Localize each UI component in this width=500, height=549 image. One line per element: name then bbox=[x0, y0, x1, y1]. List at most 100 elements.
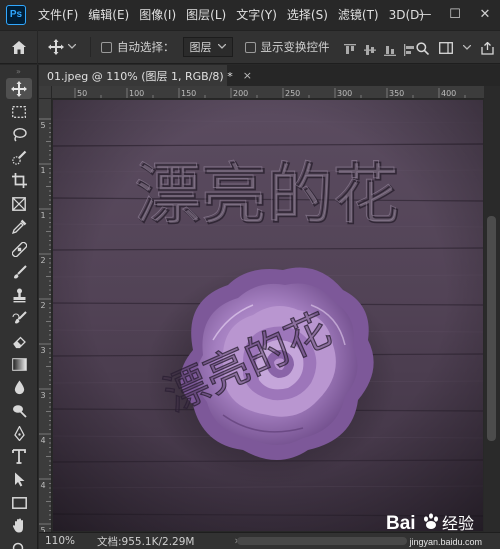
quick-select-tool[interactable] bbox=[0, 146, 38, 169]
crop-icon bbox=[11, 173, 27, 188]
tool-preset-picker[interactable] bbox=[38, 39, 86, 55]
zoom-tool[interactable] bbox=[0, 537, 38, 549]
horizontal-ruler[interactable]: 50 100 150 200 250 300 350 400 bbox=[39, 86, 486, 99]
auto-select-dropdown[interactable]: 图层 bbox=[182, 37, 233, 57]
eyedropper-tool[interactable] bbox=[0, 215, 38, 238]
divider bbox=[90, 37, 91, 57]
close-tab-button[interactable]: × bbox=[243, 69, 252, 82]
align-middle-icon[interactable] bbox=[363, 41, 376, 55]
zoom-icon bbox=[12, 542, 24, 549]
history-brush-icon bbox=[11, 311, 27, 324]
home-icon bbox=[11, 40, 26, 54]
blur-tool[interactable] bbox=[0, 376, 38, 399]
embossed-headline-highlight: 漂亮的花 bbox=[134, 155, 398, 232]
show-transform-label: 显示变换控件 bbox=[260, 40, 330, 54]
ruler-label: 200 bbox=[233, 89, 248, 98]
zoom-level[interactable]: 110% bbox=[39, 535, 81, 547]
maximize-button[interactable]: ☐ bbox=[440, 0, 470, 29]
blur-icon bbox=[14, 380, 24, 395]
hand-tool[interactable] bbox=[0, 514, 38, 537]
vertical-scrollbar[interactable] bbox=[484, 86, 500, 532]
menu-select[interactable]: 选择(S) bbox=[287, 6, 328, 23]
options-bar: 自动选择： 图层 显示变换控件 bbox=[0, 30, 500, 64]
ruler-label: 50 bbox=[77, 89, 87, 98]
type-icon bbox=[12, 449, 26, 464]
marquee-icon bbox=[12, 105, 26, 118]
menu-image[interactable]: 图像(I) bbox=[139, 6, 176, 23]
quick-select-icon bbox=[11, 150, 26, 165]
align-left-icon[interactable] bbox=[403, 41, 416, 56]
document-tab-bar: 01.jpeg @ 110% (图层 1, RGB/8) * × bbox=[39, 65, 500, 86]
align-bottom-icon[interactable] bbox=[383, 41, 396, 56]
close-window-button[interactable]: ✕ bbox=[470, 0, 500, 29]
show-transform-checkbox[interactable] bbox=[244, 41, 256, 53]
share-icon[interactable] bbox=[481, 41, 494, 55]
panel-grip[interactable]: » bbox=[0, 65, 37, 77]
ruler-label: 150 bbox=[181, 89, 196, 98]
horizontal-scrollbar[interactable] bbox=[237, 537, 407, 545]
chevron-down-icon[interactable] bbox=[463, 45, 471, 51]
frame-tool[interactable] bbox=[0, 192, 38, 215]
photoshop-logo[interactable]: Ps bbox=[6, 4, 26, 25]
auto-select-checkbox[interactable] bbox=[101, 41, 112, 53]
hand-icon bbox=[12, 518, 23, 533]
frame-icon bbox=[12, 196, 26, 211]
menu-type[interactable]: 文字(Y) bbox=[236, 6, 277, 23]
gradient-tool[interactable] bbox=[0, 353, 38, 376]
ruler-label: 400 bbox=[441, 89, 456, 98]
lasso-icon bbox=[12, 127, 27, 142]
ruler-label: 3 bbox=[41, 391, 46, 400]
ruler-label: 350 bbox=[389, 89, 404, 98]
chevron-down-icon bbox=[68, 44, 76, 49]
ruler-label: 1 bbox=[41, 211, 46, 220]
marquee-tool[interactable] bbox=[0, 100, 38, 123]
gradient-icon bbox=[11, 358, 27, 371]
chevron-down-icon bbox=[217, 44, 226, 49]
healing-brush-tool[interactable] bbox=[0, 238, 38, 261]
move-tool[interactable] bbox=[0, 77, 38, 100]
lasso-tool[interactable] bbox=[0, 123, 38, 146]
ruler-label: 4 bbox=[41, 481, 46, 490]
document-canvas[interactable]: 漂亮的花 漂亮的花 漂亮的花 bbox=[53, 100, 483, 531]
menu-file[interactable]: 文件(F) bbox=[38, 6, 78, 23]
crop-tool[interactable] bbox=[0, 169, 38, 192]
document-tab[interactable]: 01.jpeg @ 110% (图层 1, RGB/8) * × bbox=[39, 65, 252, 86]
ruler-label: 5 bbox=[41, 121, 46, 130]
type-tool[interactable] bbox=[0, 445, 38, 468]
brush-tool[interactable] bbox=[0, 261, 38, 284]
eraser-tool[interactable] bbox=[0, 330, 38, 353]
clone-stamp-tool[interactable] bbox=[0, 284, 38, 307]
eyedropper-icon bbox=[11, 219, 26, 234]
home-button[interactable] bbox=[0, 30, 38, 64]
menu-filter[interactable]: 滤镜(T) bbox=[338, 6, 379, 23]
menu-edit[interactable]: 编辑(E) bbox=[88, 6, 129, 23]
rectangle-tool[interactable] bbox=[0, 491, 38, 514]
ruler-label: 4 bbox=[41, 436, 46, 445]
move-icon bbox=[11, 80, 27, 97]
workspace-icon[interactable] bbox=[439, 42, 453, 54]
menu-bar: Ps 文件(F) 编辑(E) 图像(I) 图层(L) 文字(Y) 选择(S) 滤… bbox=[0, 0, 500, 29]
align-top-icon[interactable] bbox=[343, 41, 356, 54]
search-icon[interactable] bbox=[416, 41, 429, 55]
history-brush-tool[interactable] bbox=[0, 307, 38, 330]
ruler-label: 2 bbox=[41, 256, 46, 265]
vertical-ruler[interactable]: 5112233445 bbox=[39, 99, 52, 532]
move-icon bbox=[48, 39, 64, 55]
ruler-origin[interactable] bbox=[39, 86, 52, 99]
bandage-icon bbox=[11, 242, 27, 257]
rectangle-icon bbox=[11, 496, 27, 509]
path-select-tool[interactable] bbox=[0, 468, 38, 491]
menu-layer[interactable]: 图层(L) bbox=[186, 6, 226, 23]
dodge-tool[interactable] bbox=[0, 399, 38, 422]
pen-tool[interactable] bbox=[0, 422, 38, 445]
document-info: 文档:955.1K/2.29M bbox=[97, 535, 195, 548]
vertical-scroll-thumb[interactable] bbox=[487, 216, 496, 441]
minimize-button[interactable]: — bbox=[410, 0, 440, 29]
stamp-icon bbox=[13, 288, 25, 303]
auto-select-label: 自动选择： bbox=[117, 40, 175, 54]
dodge-icon bbox=[12, 405, 27, 418]
ruler-label: 300 bbox=[337, 89, 352, 98]
options-right-tools bbox=[416, 31, 494, 65]
pen-icon bbox=[13, 426, 25, 441]
ruler-label: 250 bbox=[285, 89, 300, 98]
